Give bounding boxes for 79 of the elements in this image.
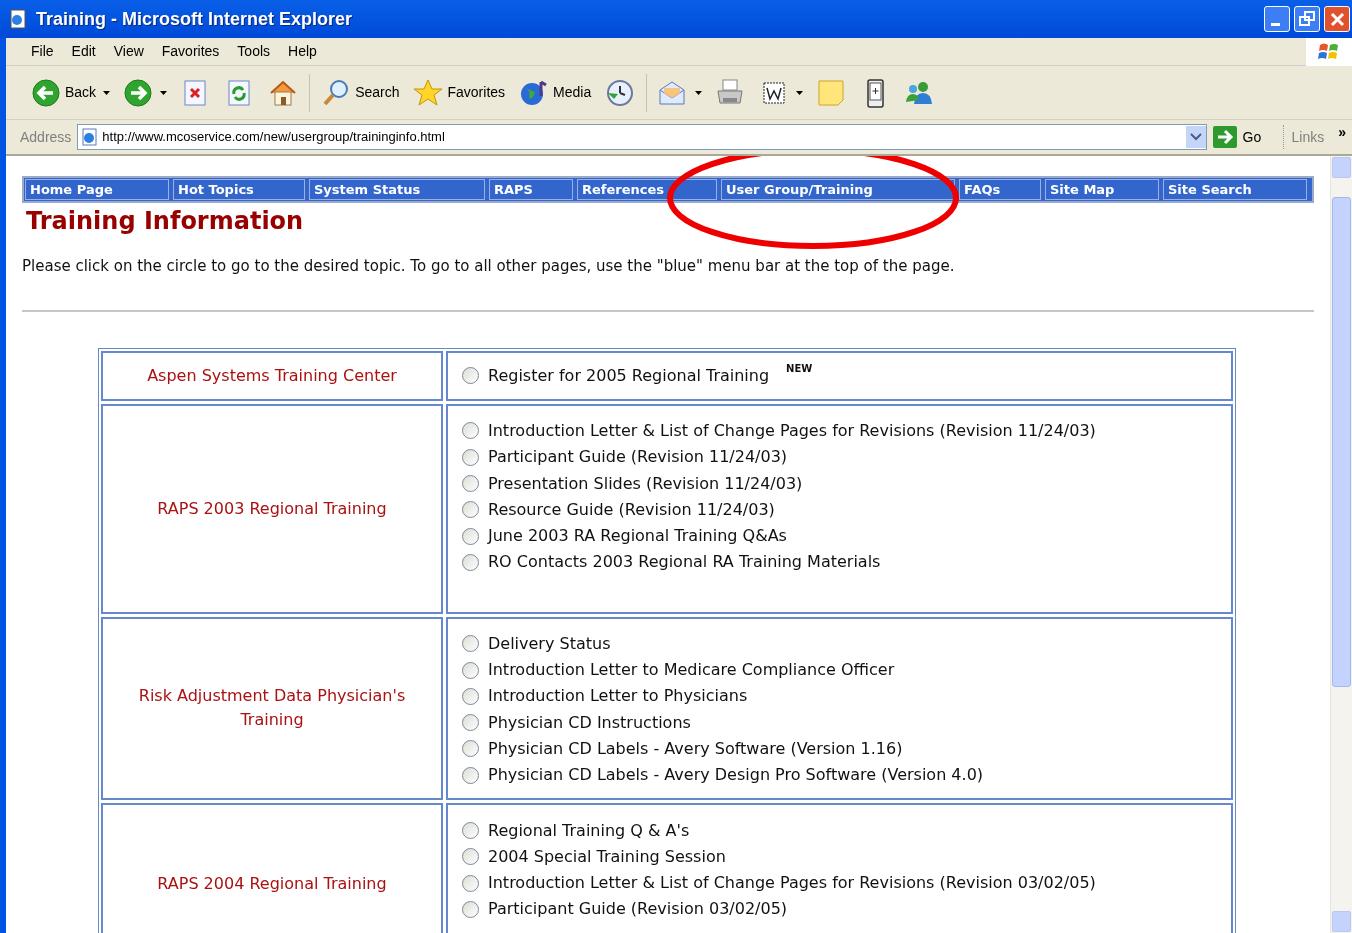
radio-button[interactable] — [462, 874, 479, 892]
option-label[interactable]: Register for 2005 Regional Training — [488, 363, 770, 388]
menu-item[interactable]: View — [104, 39, 153, 64]
option-label[interactable]: Introduction Letter to Medicare Compliance Officer — [488, 658, 895, 682]
clock-icon — [605, 77, 636, 108]
radio-button[interactable] — [462, 714, 479, 732]
radio-button[interactable] — [462, 501, 479, 519]
option-label[interactable]: Regional Training Q & A's — [488, 818, 690, 843]
go-button[interactable]: Go — [1212, 124, 1283, 150]
section-title: Risk Adjustment Data Physician's Training — [137, 685, 407, 732]
option-label[interactable]: RO Contacts 2003 Regional RA Training Materials — [488, 550, 881, 575]
option-label[interactable]: June 2003 RA Regional Training Q&As — [488, 524, 787, 549]
section-title: RAPS 2003 Regional Training — [157, 497, 387, 520]
window-title: Training - Microsoft Internet Explorer — [36, 7, 353, 31]
menu-link[interactable]: FAQs — [959, 179, 1041, 200]
menu-link[interactable]: RAPS — [489, 179, 573, 200]
instructions-text: Please click on the circle to go to the desired topic. To go to all other pages, use the "blue" menu bar at the top of the page. — [22, 256, 956, 277]
dropdown-caret-icon[interactable] — [103, 90, 111, 95]
new-label: NEW — [786, 362, 813, 377]
menu-link[interactable]: System Status — [309, 179, 485, 200]
close-button[interactable] — [1324, 6, 1350, 32]
menu-link[interactable]: Site Search — [1163, 179, 1307, 200]
option-label[interactable]: Introduction Letter to Physicians — [488, 684, 748, 709]
menu-link[interactable]: User Group/Training — [721, 179, 955, 200]
minimize-icon — [1271, 22, 1280, 26]
radio-button[interactable] — [462, 422, 479, 440]
radio-button[interactable] — [462, 900, 479, 918]
scrollbar[interactable] — [1330, 156, 1352, 933]
dropdown-caret-icon[interactable] — [160, 90, 168, 95]
restore-button[interactable] — [1294, 6, 1320, 32]
radio-button[interactable] — [462, 553, 479, 571]
favorites-button[interactable]: Favorites — [410, 72, 509, 113]
radio-button[interactable] — [462, 661, 479, 679]
radio-button[interactable] — [462, 766, 479, 784]
section-title: RAPS 2004 Regional Training — [157, 872, 387, 895]
option-label[interactable]: Participant Guide (Revision 03/02/05) — [488, 897, 788, 922]
search-button[interactable]: Search — [318, 72, 403, 113]
page-heading: Training Information — [26, 206, 305, 237]
menu-link[interactable]: Site Map — [1045, 179, 1159, 200]
option-label[interactable]: Physician CD Labels - Avery Software (Version 1.16) — [488, 736, 903, 761]
menu-item[interactable]: File — [22, 39, 63, 64]
radio-button[interactable] — [462, 740, 479, 758]
menu-item[interactable]: Edit — [62, 39, 105, 64]
radio-button[interactable] — [462, 848, 479, 866]
address-field[interactable]: http://www.mcoservice.com/new/usergroup/traininginfo.html — [77, 124, 1207, 150]
radio-button[interactable] — [462, 635, 479, 653]
back-button[interactable]: Back — [28, 72, 100, 113]
option-label[interactable]: Resource Guide (Revision 11/24/03) — [488, 497, 775, 522]
page-icon — [8, 9, 28, 29]
menu-link[interactable]: Home Page — [25, 179, 169, 200]
menu-link[interactable]: Hot Topics — [173, 179, 305, 200]
menu-item[interactable]: Help — [279, 39, 326, 64]
minimize-button[interactable] — [1264, 6, 1290, 32]
star-icon — [413, 77, 444, 108]
address-label: Address — [20, 127, 72, 147]
radio-button[interactable] — [462, 527, 479, 545]
radio-button[interactable] — [462, 367, 479, 385]
radio-button[interactable] — [462, 687, 479, 705]
media-button[interactable]: Media — [516, 72, 595, 113]
option-label[interactable]: Introduction Letter & List of Change Pages for Revisions (Revision 11/24/03) — [488, 418, 1096, 443]
page-icon — [81, 128, 100, 146]
option-label[interactable]: Presentation Slides (Revision 11/24/03) — [488, 471, 803, 496]
menu-item[interactable]: Favorites — [152, 39, 229, 64]
option-label[interactable]: Physician CD Instructions — [488, 710, 691, 735]
option-label[interactable]: Introduction Letter & List of Change Pages for Revisions (Revision 03/02/05) — [488, 871, 1096, 896]
radio-button[interactable] — [462, 448, 479, 466]
chevron-button[interactable]: » — [1338, 121, 1346, 143]
sticky-note-icon — [816, 77, 847, 108]
option-label[interactable]: Participant Guide (Revision 11/24/03) — [488, 445, 788, 470]
radio-button[interactable] — [462, 822, 479, 839]
option-label[interactable]: Physician CD Labels - Avery Design Pro Software (Version 4.0) — [488, 763, 984, 788]
dropdown-caret-icon[interactable] — [695, 90, 703, 95]
section-title: Aspen Systems Training Center — [147, 364, 397, 387]
menu-item[interactable]: Tools — [228, 39, 280, 64]
option-label[interactable]: 2004 Special Training Session — [488, 844, 726, 869]
dropdown-caret-icon[interactable] — [796, 90, 804, 95]
menu-link[interactable]: References — [577, 179, 717, 200]
option-label[interactable]: Delivery Status — [488, 631, 611, 656]
radio-button[interactable] — [462, 475, 479, 493]
